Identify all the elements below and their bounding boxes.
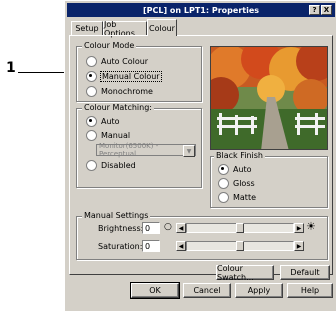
radio-manual-colour-button[interactable]	[86, 71, 97, 82]
radio-monochrome[interactable]: Monochrome	[86, 86, 153, 97]
matching-profile-select[interactable]: Monitor(6500K) - Perceptual ▼	[96, 142, 196, 158]
sample-photo	[210, 46, 328, 150]
radio-matching-manual[interactable]: Manual	[86, 130, 130, 141]
radio-matching-auto-button[interactable]	[86, 116, 97, 127]
brightness-slider[interactable]	[186, 223, 294, 233]
radio-black-matte-button[interactable]	[218, 192, 229, 203]
ok-button[interactable]: OK	[130, 282, 180, 299]
close-button[interactable]: X	[321, 5, 332, 15]
tab-setup[interactable]: Setup	[71, 21, 103, 35]
brightness-input[interactable]: 0	[142, 222, 160, 234]
radio-manual-colour[interactable]: Manual Colour	[86, 71, 162, 82]
radio-matching-disabled-label: Disabled	[101, 161, 136, 170]
help-button[interactable]: Help	[287, 283, 333, 298]
radio-black-auto-label: Auto	[233, 165, 252, 174]
radio-black-matte-label: Matte	[233, 193, 256, 202]
apply-button[interactable]: Apply	[235, 283, 283, 298]
radio-auto-colour[interactable]: Auto Colour	[86, 56, 148, 67]
dark-icon: ○	[164, 222, 172, 232]
saturation-right-arrow-icon[interactable]: ▶	[294, 241, 304, 251]
radio-matching-manual-button[interactable]	[86, 130, 97, 141]
saturation-input[interactable]: 0	[142, 240, 160, 252]
saturation-slider[interactable]	[186, 241, 294, 251]
tab-setup-label: Setup	[75, 24, 99, 33]
colour-mode-title: Colour Mode	[82, 41, 137, 50]
radio-auto-colour-button[interactable]	[86, 56, 97, 67]
radio-black-auto[interactable]: Auto	[218, 164, 252, 175]
properties-window: [PCL] on LPT1: Properties ? X Setup Job …	[64, 0, 336, 311]
colour-swatch-button[interactable]: Colour Swatch...	[216, 264, 274, 282]
radio-auto-colour-label: Auto Colour	[101, 57, 149, 66]
black-finish-title: Black Finish	[214, 151, 265, 160]
chevron-down-icon[interactable]: ▼	[183, 145, 195, 157]
colour-tab-panel: Colour Mode Auto Colour Manual Colour Mo…	[69, 35, 333, 282]
window-title: [PCL] on LPT1: Properties	[142, 5, 260, 15]
radio-black-gloss-label: Gloss	[233, 179, 255, 188]
brightness-left-arrow-icon[interactable]: ◀	[176, 223, 186, 233]
tab-job-options[interactable]: Job Options	[103, 20, 147, 38]
radio-monochrome-button[interactable]	[86, 86, 97, 97]
help-title-button[interactable]: ?	[309, 5, 320, 15]
colour-matching-title: Colour Matching:	[82, 103, 154, 112]
default-button[interactable]: Default	[280, 265, 330, 280]
radio-black-matte[interactable]: Matte	[218, 192, 256, 203]
autumn-photo-image	[211, 47, 327, 149]
callout-number: 1	[6, 60, 16, 76]
manual-settings-title: Manual Settings	[82, 211, 151, 220]
radio-matching-disabled-button[interactable]	[86, 160, 97, 171]
saturation-left-arrow-icon[interactable]: ◀	[176, 241, 186, 251]
radio-matching-disabled[interactable]: Disabled	[86, 160, 136, 171]
radio-black-gloss[interactable]: Gloss	[218, 178, 255, 189]
radio-matching-auto-label: Auto	[101, 117, 120, 126]
brightness-right-arrow-icon[interactable]: ▶	[294, 223, 304, 233]
radio-matching-auto[interactable]: Auto	[86, 116, 120, 127]
matching-profile-value: Monitor(6500K) - Perceptual	[99, 142, 159, 158]
saturation-label: Saturation:	[98, 242, 143, 251]
tab-colour-label: Colour	[149, 23, 175, 33]
tab-colour[interactable]: Colour	[147, 19, 177, 36]
radio-monochrome-label: Monochrome	[101, 87, 153, 96]
brightness-label: Brightness:	[98, 224, 144, 233]
sun-icon: ☀	[306, 220, 316, 233]
radio-manual-colour-label: Manual Colour	[100, 71, 162, 82]
title-bar: [PCL] on LPT1: Properties	[67, 3, 335, 17]
saturation-slider-thumb[interactable]	[236, 241, 244, 251]
radio-matching-manual-label: Manual	[101, 131, 131, 140]
brightness-slider-thumb[interactable]	[236, 223, 244, 233]
radio-black-auto-button[interactable]	[218, 164, 229, 175]
radio-black-gloss-button[interactable]	[218, 178, 229, 189]
cancel-button[interactable]: Cancel	[183, 283, 231, 298]
